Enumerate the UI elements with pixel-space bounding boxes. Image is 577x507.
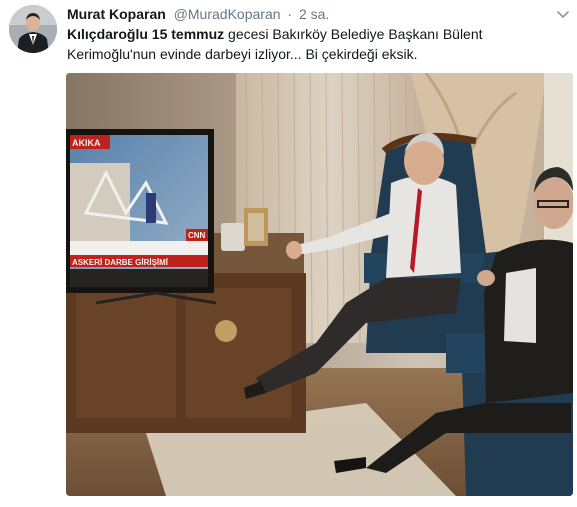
author-handle[interactable]: @MuradKoparan xyxy=(174,6,281,22)
tweet-timestamp[interactable]: 2 sa. xyxy=(299,6,329,22)
tweet-text-bold: Kılıçdaroğlu 15 temmuz xyxy=(67,26,225,42)
author-avatar[interactable] xyxy=(9,5,57,53)
author-name[interactable]: Murat Koparan xyxy=(67,6,166,22)
tweet-header: Murat Koparan @MuradKoparan · 2 sa. xyxy=(67,5,329,23)
tweet-photo[interactable]: AKIKA ASKERİ DARBE GİRİŞİMİ CNN xyxy=(66,73,573,496)
tweet-card[interactable]: Murat Koparan @MuradKoparan · 2 sa. Kılı… xyxy=(0,0,577,507)
tweet-text: Kılıçdaroğlu 15 temmuz gecesi Bakırköy B… xyxy=(67,24,557,64)
living-room-photo: AKIKA ASKERİ DARBE GİRİŞİMİ CNN xyxy=(66,73,573,496)
chevron-down-icon xyxy=(557,11,569,18)
person-in-suit-avatar-icon xyxy=(9,5,57,53)
separator-dot: · xyxy=(287,6,293,22)
tweet-menu-button[interactable] xyxy=(555,6,571,22)
